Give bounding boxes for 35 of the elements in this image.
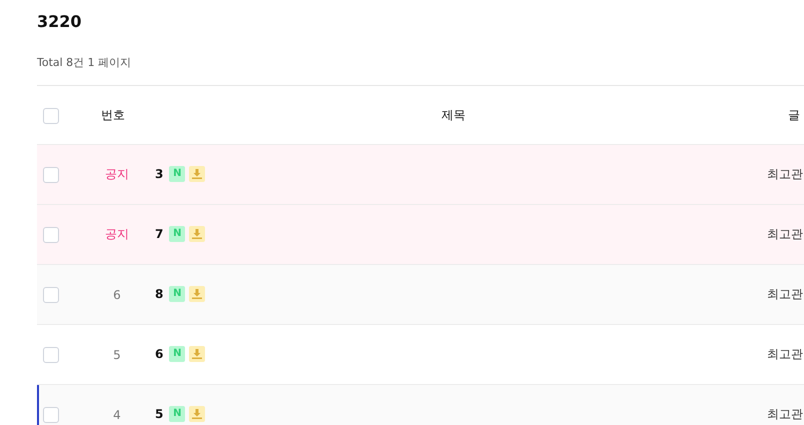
row-checkbox[interactable] [43, 227, 59, 243]
new-badge: N [169, 346, 186, 362]
column-header: 번호 [100, 106, 126, 124]
author-name: 최고관 [766, 286, 804, 303]
board-title: 3220 [37, 12, 83, 32]
new-badge: N [169, 166, 186, 182]
author-name: 최고관 [766, 406, 804, 423]
author-name: 최고관 [766, 226, 804, 243]
column-header: 글 [787, 106, 801, 124]
post-title[interactable]: 8 [155, 286, 164, 300]
select-all-checkbox[interactable] [43, 108, 59, 124]
total-count: Total 8건 1 페이지 [37, 56, 132, 70]
post-number: 4 [112, 408, 122, 422]
new-badge: N [169, 406, 186, 422]
post-title[interactable]: 5 [155, 406, 164, 420]
new-badge: N [169, 226, 186, 242]
new-badge: N [169, 286, 186, 302]
post-number: 6 [112, 288, 122, 302]
author-name: 최고관 [766, 166, 804, 183]
row-checkbox[interactable] [43, 347, 59, 363]
post-row[interactable]: 6 8 N 최고관 [37, 265, 804, 325]
post-row[interactable]: 공지 7 N 최고관 [37, 205, 804, 265]
post-row[interactable]: 4 5 N 최고관 [37, 385, 804, 425]
post-row[interactable]: 공지 3 N 최고관 [37, 145, 804, 205]
row-checkbox[interactable] [43, 407, 59, 423]
post-title[interactable]: 6 [155, 346, 164, 360]
row-checkbox[interactable] [43, 287, 59, 303]
post-number: 공지 [104, 226, 130, 243]
column-header: 제목 [440, 106, 466, 124]
author-name: 최고관 [766, 346, 804, 363]
post-number: 5 [112, 348, 122, 362]
post-title[interactable]: 7 [155, 226, 164, 240]
post-number: 공지 [104, 166, 130, 183]
row-checkbox[interactable] [43, 167, 59, 183]
post-title[interactable]: 3 [155, 166, 164, 180]
